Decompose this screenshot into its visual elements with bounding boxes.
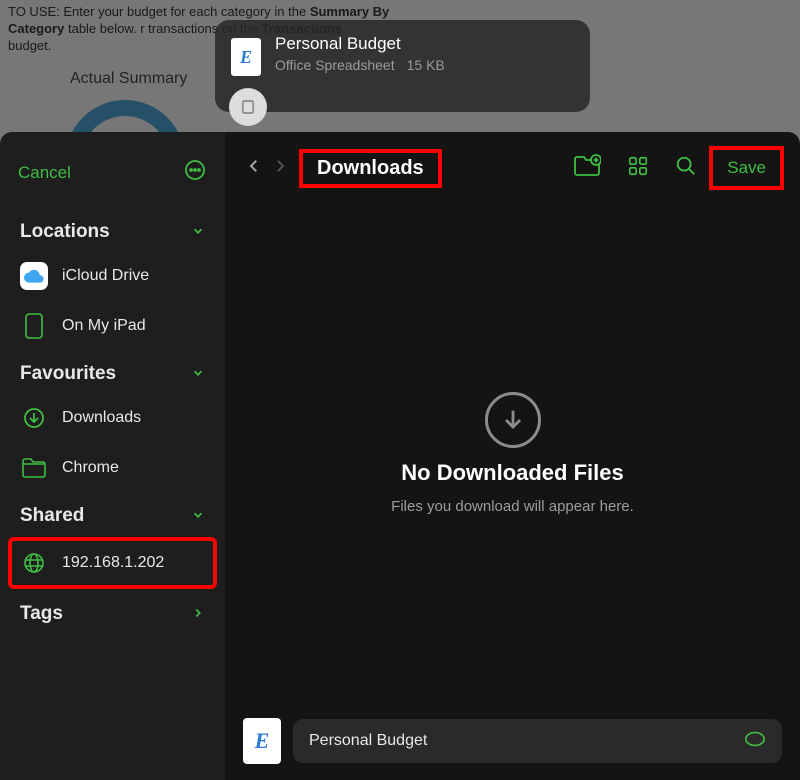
toolbar: Downloads Save — [225, 132, 800, 204]
sidebar-item-network[interactable]: 192.168.1.202 — [10, 539, 215, 587]
bg-chart-title: Actual Summary — [70, 70, 187, 88]
folder-icon — [20, 454, 48, 482]
folder-title-highlight: Downloads — [303, 153, 438, 184]
shared-header[interactable]: Shared — [0, 493, 225, 535]
file-preview-card: E Personal Budget Office Spreadsheet 15 … — [215, 20, 590, 112]
main-panel: Downloads Save No Downloaded Files Files… — [225, 132, 800, 780]
sidebar-item-downloads[interactable]: Downloads — [0, 393, 225, 443]
sidebar-item-label: iCloud Drive — [62, 267, 149, 285]
globe-icon — [20, 549, 48, 577]
sidebar-item-ipad[interactable]: On My iPad — [0, 301, 225, 351]
sidebar-item-icloud[interactable]: iCloud Drive — [0, 251, 225, 301]
download-placeholder-icon — [485, 392, 541, 448]
filename-input[interactable]: Personal Budget — [293, 719, 782, 763]
chevron-right-icon — [191, 606, 205, 623]
chevron-down-icon — [191, 366, 205, 383]
sidebar-item-label: On My iPad — [62, 317, 146, 335]
sidebar-item-chrome[interactable]: Chrome — [0, 443, 225, 493]
favourites-header[interactable]: Favourites — [0, 351, 225, 393]
sidebar-item-label: Downloads — [62, 409, 141, 427]
file-subtitle: Office Spreadsheet 15 KB — [275, 57, 445, 73]
filename-bar: E Personal Budget — [225, 702, 800, 780]
save-button[interactable]: Save — [713, 150, 780, 186]
grid-view-icon[interactable] — [617, 155, 659, 182]
empty-state-subtitle: Files you download will appear here. — [391, 498, 634, 515]
sidebar-item-label: 192.168.1.202 — [62, 554, 164, 572]
download-circle-icon — [20, 404, 48, 432]
file-title: Personal Budget — [275, 34, 445, 54]
tags-header[interactable]: Tags — [0, 591, 225, 633]
sidebar: Cancel Locations iCloud Drive On My iPad… — [0, 132, 225, 780]
cancel-button[interactable]: Cancel — [18, 163, 71, 183]
new-folder-icon[interactable] — [563, 154, 611, 183]
sidebar-item-label: Chrome — [62, 459, 119, 477]
search-icon[interactable] — [665, 155, 707, 182]
locations-header[interactable]: Locations — [0, 209, 225, 251]
icloud-icon — [20, 262, 48, 290]
share-avatar-icon — [229, 88, 267, 126]
empty-state-title: No Downloaded Files — [401, 460, 623, 486]
chevron-down-icon — [191, 508, 205, 525]
ipad-icon — [20, 312, 48, 340]
folder-title: Downloads — [317, 157, 424, 179]
empty-state: No Downloaded Files Files you download w… — [225, 204, 800, 702]
clear-input-icon[interactable] — [744, 731, 766, 752]
file-icon: E — [243, 718, 281, 764]
nav-back-icon[interactable] — [245, 155, 263, 182]
chevron-down-icon — [191, 224, 205, 241]
save-dialog: Cancel Locations iCloud Drive On My iPad… — [0, 132, 800, 780]
file-type-icon: E — [231, 38, 261, 76]
more-options-icon[interactable] — [183, 158, 207, 187]
nav-forward-icon — [271, 155, 289, 182]
